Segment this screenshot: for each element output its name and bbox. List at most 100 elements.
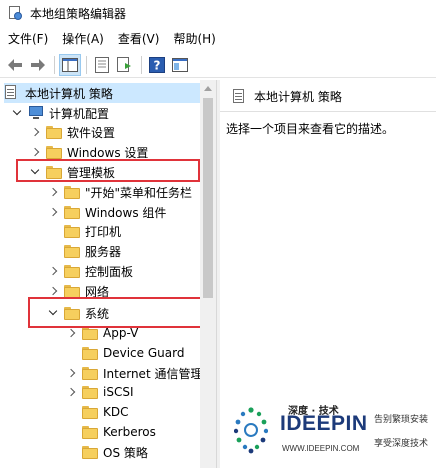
tree-item-label: Internet 通信管理 <box>103 366 203 381</box>
policy-icon <box>4 85 20 101</box>
export-list-icon <box>117 56 131 72</box>
toolbar-separator <box>86 55 87 74</box>
folder-icon <box>64 224 80 238</box>
chevron-right-icon[interactable] <box>48 187 58 197</box>
tree-item-label: 服务器 <box>85 244 122 259</box>
tree-item-kerberos[interactable]: Kerberos <box>66 422 156 442</box>
tree-item-control-panel[interactable]: 控制面板 <box>48 261 133 281</box>
tree-item-label: 打印机 <box>85 224 122 239</box>
tree-item-software-settings[interactable]: 软件设置 <box>30 122 115 142</box>
tree-item-windows-components[interactable]: Windows 组件 <box>48 202 166 222</box>
tree-item-label: 本地计算机 策略 <box>25 86 113 101</box>
extended-view-icon <box>172 57 188 72</box>
tree-item-label: iSCSI <box>103 385 134 399</box>
tree-item-internet-comm[interactable]: Internet 通信管理 <box>66 363 202 383</box>
folder-icon <box>64 185 80 199</box>
policy-icon <box>232 88 248 105</box>
export-list-button[interactable] <box>114 54 136 76</box>
folder-icon <box>46 145 62 159</box>
menu-view[interactable]: 查看(V) <box>111 29 167 49</box>
svg-text:?: ? <box>154 58 161 72</box>
details-header: 本地计算机 策略 <box>220 82 436 112</box>
watermark-brand: IDEEPIN <box>280 412 368 435</box>
details-title: 本地计算机 策略 <box>254 90 342 104</box>
ideepin-logo-icon <box>234 407 268 454</box>
tree-item-device-guard[interactable]: Device Guard <box>66 343 184 363</box>
scroll-up-arrow-icon[interactable] <box>204 86 212 91</box>
console-tree-icon <box>62 57 78 72</box>
menu-bar: 文件(F) 操作(A) 查看(V) 帮助(H) <box>0 28 436 50</box>
toolbar: ? <box>0 52 436 78</box>
properties-button[interactable] <box>91 54 113 76</box>
tree-item-printers[interactable]: 打印机 <box>48 221 121 241</box>
folder-icon <box>82 326 98 340</box>
tree-item-label: App-V <box>103 326 139 340</box>
chevron-down-icon[interactable] <box>12 108 22 118</box>
folder-icon <box>82 425 98 439</box>
menu-help[interactable]: 帮助(H) <box>166 29 222 49</box>
extended-view-button[interactable] <box>169 54 191 76</box>
chevron-right-icon[interactable] <box>30 127 40 137</box>
tree-item-servers[interactable]: 服务器 <box>48 241 121 261</box>
tree-item-local-computer-policy[interactable]: 本地计算机 策略 <box>4 83 200 103</box>
window-title: 本地组策略编辑器 <box>30 6 127 21</box>
help-icon: ? <box>149 56 165 73</box>
help-button[interactable]: ? <box>146 54 168 76</box>
watermark-slogan-2: 享受深度技术 <box>374 439 429 449</box>
tree-item-label: KDC <box>103 405 129 419</box>
tree-scrollbar[interactable] <box>200 80 216 468</box>
tree-item-kdc[interactable]: KDC <box>66 402 129 422</box>
tree-item-label: Windows 设置 <box>67 145 149 160</box>
menu-file[interactable]: 文件(F) <box>0 29 55 49</box>
folder-icon <box>82 445 98 459</box>
folder-icon <box>64 284 80 298</box>
folder-icon <box>64 264 80 278</box>
tree-item-start-menu[interactable]: "开始"菜单和任务栏 <box>48 182 192 202</box>
console-tree: 本地计算机 策略 计算机配置 软件设置 Windows 设置 管理模板 "开始"… <box>0 80 216 468</box>
chevron-right-icon[interactable] <box>66 368 76 378</box>
ideepin-watermark: 深度 · 技术 IDEEPIN WWW.IDEEPIN.COM 告别繁琐安装 享… <box>232 398 436 462</box>
group-policy-editor-icon <box>8 6 22 20</box>
folder-icon <box>64 244 80 258</box>
properties-icon <box>95 56 109 73</box>
folder-icon <box>64 205 80 219</box>
highlight-box-admin-templates <box>16 159 200 182</box>
tree-item-label: Kerberos <box>103 425 156 439</box>
folder-icon <box>46 125 62 139</box>
folder-icon <box>82 366 98 380</box>
chevron-right-icon[interactable] <box>66 387 76 397</box>
computer-icon <box>28 105 44 121</box>
tree-item-label: Windows 组件 <box>85 205 167 220</box>
folder-icon <box>82 385 98 399</box>
forward-button[interactable] <box>27 54 49 76</box>
tree-item-label: 控制面板 <box>85 264 134 279</box>
chevron-right-icon[interactable] <box>48 207 58 217</box>
toolbar-separator <box>54 55 55 74</box>
title-bar: 本地组策略编辑器 <box>0 0 436 26</box>
chevron-right-icon[interactable] <box>30 147 40 157</box>
tree-item-os-policy[interactable]: OS 策略 <box>66 442 148 462</box>
tree-item-label: 计算机配置 <box>49 106 110 121</box>
forward-arrow-icon <box>31 58 45 71</box>
show-hide-console-tree-button[interactable] <box>59 53 81 76</box>
watermark-url: WWW.IDEEPIN.COM <box>282 444 360 453</box>
chevron-right-icon[interactable] <box>66 328 76 338</box>
watermark-slogan-1: 告别繁琐安装 <box>374 415 429 425</box>
tree-item-label: 软件设置 <box>67 125 116 140</box>
details-description: 选择一个项目来查看它的描述。 <box>226 122 395 136</box>
highlight-box-system <box>28 297 208 328</box>
tree-item-label: "开始"菜单和任务栏 <box>85 185 193 200</box>
folder-icon <box>82 346 98 360</box>
tree-item-computer-config[interactable]: 计算机配置 <box>12 103 109 123</box>
tree-item-iscsi[interactable]: iSCSI <box>66 382 134 402</box>
back-button[interactable] <box>4 54 26 76</box>
tree-item-label: Device Guard <box>103 346 185 360</box>
scrollbar-thumb[interactable] <box>203 98 213 298</box>
folder-icon <box>82 405 98 419</box>
tree-item-label: OS 策略 <box>103 445 148 460</box>
back-arrow-icon <box>8 58 22 71</box>
chevron-right-icon[interactable] <box>48 286 58 296</box>
chevron-right-icon[interactable] <box>48 266 58 276</box>
menu-action[interactable]: 操作(A) <box>55 29 111 49</box>
toolbar-separator <box>141 55 142 74</box>
